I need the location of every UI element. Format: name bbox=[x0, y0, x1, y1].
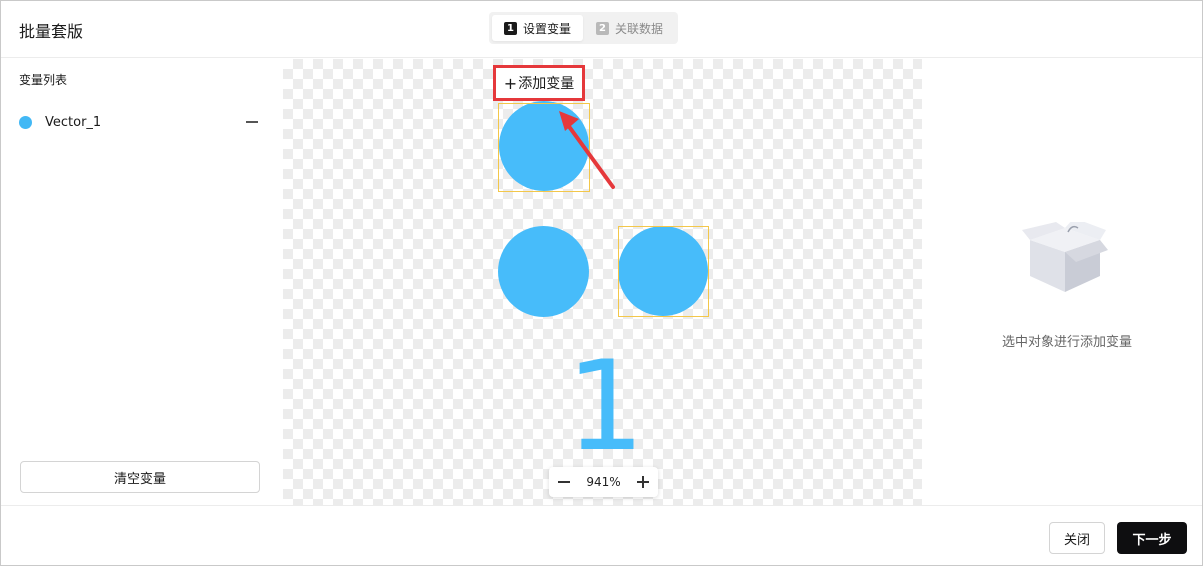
variable-list-panel: 变量列表 Vector_1 清空变量 bbox=[1, 59, 282, 505]
add-variable-label: 添加变量 bbox=[518, 76, 575, 92]
step-link-data[interactable]: 2 关联数据 bbox=[593, 15, 673, 41]
step-switcher: 1 设置变量 2 关联数据 bbox=[489, 12, 678, 44]
variable-item[interactable]: Vector_1 bbox=[19, 111, 264, 133]
annotation-arrow-icon bbox=[559, 111, 615, 189]
add-variable-button[interactable]: + 添加变量 bbox=[493, 65, 585, 101]
remove-variable-icon[interactable] bbox=[245, 115, 259, 129]
variable-name: Vector_1 bbox=[45, 114, 102, 130]
next-step-button[interactable]: 下一步 bbox=[1117, 522, 1187, 554]
step-number: 2 bbox=[596, 21, 609, 35]
batch-template-dialog: 批量套版 1 设置变量 2 关联数据 变量列表 Vector_1 清空变量 1 bbox=[0, 0, 1203, 566]
zoom-control: 941% bbox=[549, 467, 658, 497]
selection-box bbox=[618, 226, 709, 317]
step-label: 关联数据 bbox=[615, 21, 664, 36]
plus-icon: + bbox=[503, 73, 518, 93]
dialog-footer: 关闭 下一步 bbox=[1, 505, 1202, 566]
variable-color-dot bbox=[19, 115, 32, 129]
step-set-variables[interactable]: 1 设置变量 bbox=[492, 15, 583, 41]
circle-shape[interactable] bbox=[498, 226, 589, 317]
clear-variables-button[interactable]: 清空变量 bbox=[20, 461, 260, 493]
zoom-in-icon[interactable] bbox=[634, 473, 652, 491]
text-layer[interactable]: 1 bbox=[566, 345, 645, 469]
step-number: 1 bbox=[504, 21, 517, 35]
step-label: 设置变量 bbox=[523, 21, 572, 36]
dialog-header: 批量套版 1 设置变量 2 关联数据 bbox=[1, 1, 1202, 58]
properties-panel: 选中对象进行添加变量 bbox=[923, 59, 1202, 505]
zoom-out-icon[interactable] bbox=[555, 473, 573, 491]
close-button[interactable]: 关闭 bbox=[1049, 522, 1105, 554]
zoom-level: 941% bbox=[586, 475, 621, 489]
dialog-title: 批量套版 bbox=[19, 22, 84, 41]
empty-box-icon bbox=[1022, 222, 1108, 292]
design-canvas[interactable]: 1 + 添加变量 941% bbox=[283, 59, 922, 505]
empty-state-text: 选中对象进行添加变量 bbox=[1001, 335, 1132, 350]
variable-list-title: 变量列表 bbox=[19, 73, 68, 87]
